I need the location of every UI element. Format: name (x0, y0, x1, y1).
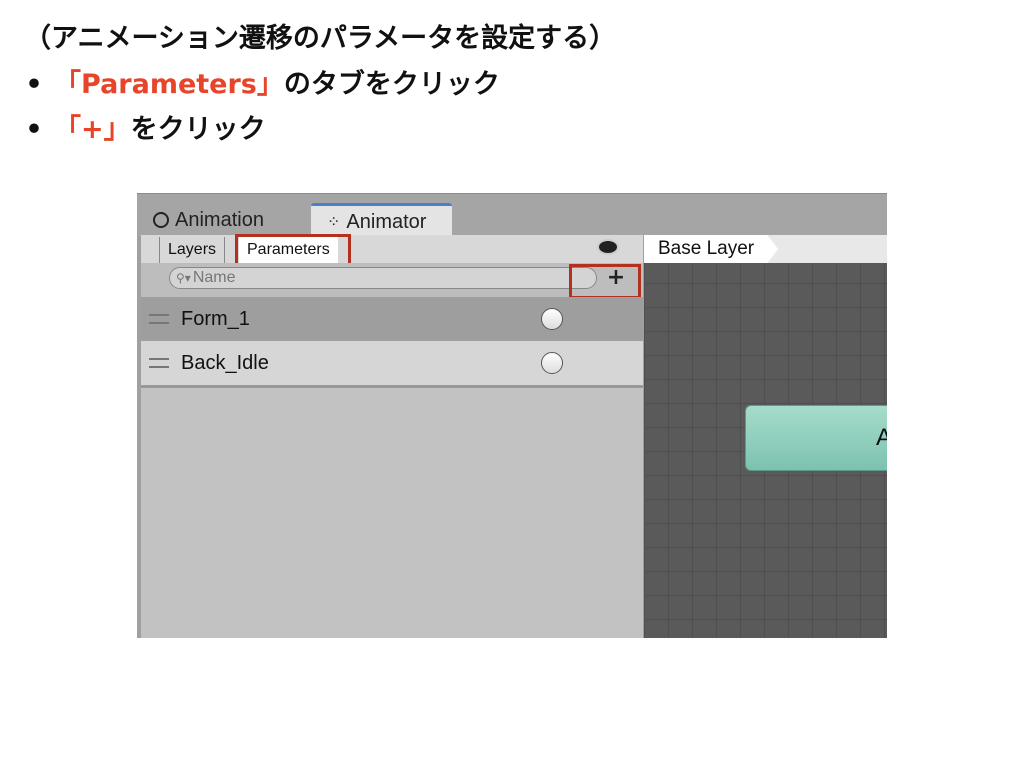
parameter-row[interactable]: Back_Idle (141, 341, 643, 388)
highlight-box-parameters (235, 234, 351, 266)
tab-animation[interactable]: Animation (153, 204, 264, 236)
search-input[interactable]: ⚲▾ Name (169, 267, 597, 289)
bullet-2: • 「+」をクリック (14, 107, 266, 146)
breadcrumb-base-layer[interactable]: Base Layer (644, 235, 779, 263)
animator-graph[interactable]: Base Layer A (644, 235, 887, 638)
slide-heading: （アニメーション遷移のパラメータを設定する） (24, 23, 617, 54)
bullet-dot: • (25, 114, 43, 145)
parameters-panel: Layers Parameters ⚲▾ Name + Form_1 Back_… (141, 234, 643, 638)
search-placeholder: Name (192, 269, 236, 286)
highlight-box-add (569, 264, 641, 299)
drag-handle-icon[interactable] (149, 358, 169, 368)
parameter-name: Form_1 (181, 307, 250, 330)
bullet-highlight: 「+」 (54, 114, 131, 145)
parameter-row[interactable]: Form_1 (141, 297, 643, 341)
tab-label: Animator (346, 210, 427, 233)
parameter-name: Back_Idle (181, 351, 269, 374)
clock-icon (153, 212, 169, 228)
eye-icon[interactable] (597, 239, 619, 255)
bullet-1: • 「Parameters」のタブをクリック (14, 62, 500, 101)
drag-handle-icon[interactable] (149, 314, 169, 324)
subtab-bar: Layers Parameters (141, 235, 643, 263)
bullet-text: をクリック (130, 114, 266, 145)
bullet-text: のタブをクリック (283, 69, 500, 100)
state-node-label: A (876, 424, 887, 451)
subtab-layers[interactable]: Layers (159, 237, 226, 263)
bool-toggle[interactable] (541, 352, 563, 374)
window-tab-bar: Animation ⁘ Animator (137, 193, 887, 238)
unity-animator-screenshot: Animation ⁘ Animator Layers Parameters ⚲… (137, 193, 887, 638)
tab-label: Animation (175, 208, 264, 231)
bullet-highlight: 「Parameters」 (54, 69, 284, 100)
breadcrumb-bar: Base Layer (644, 235, 887, 263)
bullet-dot: • (25, 69, 43, 100)
bool-toggle[interactable] (541, 308, 563, 330)
search-row: ⚲▾ Name + (141, 263, 643, 297)
state-node[interactable]: A (745, 405, 887, 471)
tab-animator[interactable]: ⁘ Animator (311, 203, 453, 238)
search-icon: ⚲▾ (176, 271, 191, 285)
animator-icon: ⁘ (327, 214, 341, 231)
